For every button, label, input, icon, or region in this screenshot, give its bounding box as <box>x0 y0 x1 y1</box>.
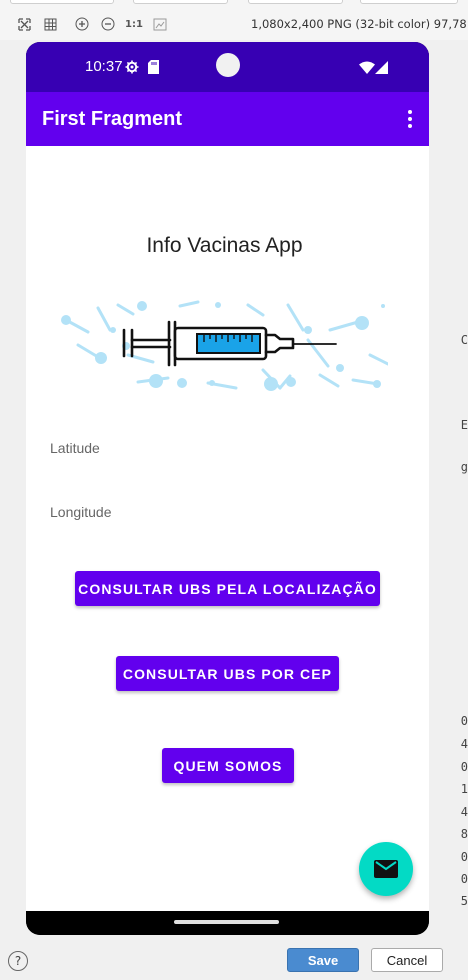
latitude-field[interactable]: Latitude <box>50 440 100 456</box>
right-edge-fragment: 1 <box>460 782 468 796</box>
zoom-out-icon[interactable] <box>100 16 116 32</box>
fit-icon[interactable] <box>152 16 168 32</box>
save-button[interactable]: Save <box>287 948 359 972</box>
help-icon[interactable]: ? <box>8 951 28 971</box>
right-edge-fragment: 0 <box>460 872 468 886</box>
toolbar-tab[interactable] <box>248 0 343 4</box>
right-edge-fragment: g <box>460 460 468 474</box>
settings-status-icon <box>125 59 139 78</box>
status-time: 10:37 <box>85 58 123 75</box>
right-edge-fragment: 0 <box>460 760 468 774</box>
right-edge-fragment: 8 <box>460 827 468 841</box>
app-title: Info Vacinas App <box>146 234 303 257</box>
home-gesture-pill[interactable] <box>174 920 279 924</box>
phone-screen: 10:37 First Fragment Info Vacinas App La… <box>26 42 429 935</box>
right-edge-fragment: 4 <box>460 737 468 751</box>
right-edge-fragment: E <box>460 418 468 432</box>
email-icon <box>374 860 398 878</box>
wifi-icon <box>359 59 375 78</box>
sd-card-icon <box>148 59 159 78</box>
syringe-illustration <box>61 300 388 391</box>
consult-by-location-button[interactable]: CONSULTAR UBS PELA LOCALIZAÇÃO <box>75 571 380 606</box>
signal-icon <box>375 59 388 78</box>
viewer-toolbar: 1:1 1,080x2,400 PNG (32-bit color) 97,78… <box>0 0 468 40</box>
status-bar: 10:37 <box>26 42 429 92</box>
navigation-bar <box>26 911 429 935</box>
about-us-button[interactable]: QUEM SOMOS <box>162 748 294 783</box>
right-edge-fragment: 4 <box>460 805 468 819</box>
image-info: 1,080x2,400 PNG (32-bit color) 97,78 kB <box>251 17 468 31</box>
actual-size-icon[interactable]: 1:1 <box>125 16 143 32</box>
camera-cutout <box>216 53 240 77</box>
fragment-content: Info Vacinas App Latitude Longitude CONS… <box>26 146 429 911</box>
toolbar-tab[interactable] <box>133 0 228 4</box>
cancel-button[interactable]: Cancel <box>371 948 443 972</box>
overflow-menu-icon[interactable] <box>405 108 415 130</box>
zoom-in-icon[interactable] <box>74 16 90 32</box>
consult-by-cep-button[interactable]: CONSULTAR UBS POR CEP <box>116 656 339 691</box>
right-edge-fragment: 5 <box>460 894 468 908</box>
page-title: First Fragment <box>42 108 183 130</box>
dialog-bottom-bar: ? Save Cancel <box>0 940 468 980</box>
right-edge-fragment: 0 <box>460 714 468 728</box>
right-edge-fragment: C <box>460 333 468 347</box>
right-edge-fragment: 0 <box>460 850 468 864</box>
app-bar: First Fragment <box>26 92 429 146</box>
fullscreen-icon[interactable] <box>16 16 32 32</box>
grid-icon[interactable] <box>42 16 58 32</box>
email-fab[interactable] <box>359 842 413 896</box>
toolbar-tab[interactable] <box>360 0 458 4</box>
toolbar-tab[interactable] <box>10 0 114 4</box>
longitude-field[interactable]: Longitude <box>50 504 112 520</box>
